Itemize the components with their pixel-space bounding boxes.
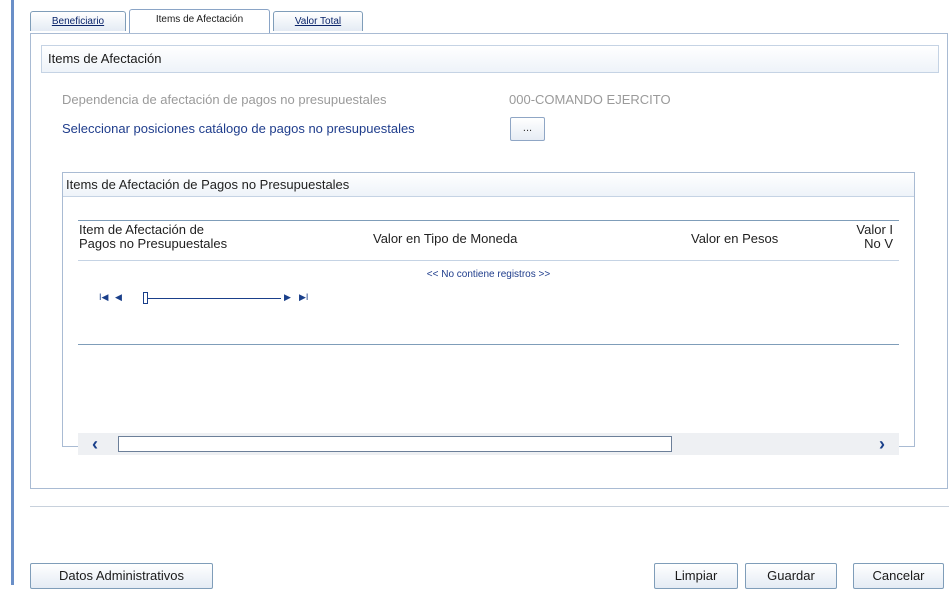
col4-line2: No V xyxy=(864,236,893,251)
dependencia-value: 000-COMANDO EJERCITO xyxy=(509,92,671,107)
tab-valor-total[interactable]: Valor Total xyxy=(273,11,363,31)
header-separator xyxy=(78,260,899,261)
pager: I◀ ◀ ▶ ▶I xyxy=(99,292,308,306)
tab-beneficiario[interactable]: Beneficiario xyxy=(30,11,126,31)
pager-track xyxy=(144,298,281,299)
tab-items-de-afectacion[interactable]: Items de Afectación xyxy=(129,9,270,33)
last-page-icon[interactable]: ▶I xyxy=(299,292,308,303)
dependencia-label: Dependencia de afectación de pagos no pr… xyxy=(62,92,387,107)
panel-bottom-divider xyxy=(30,506,949,507)
column-header-valor-moneda[interactable]: Valor en Tipo de Moneda xyxy=(373,232,517,246)
grid-title: Items de Afectación de Pagos no Presupue… xyxy=(63,173,914,197)
col4-line1: Valor I xyxy=(856,223,893,237)
scroll-right-icon[interactable]: › xyxy=(879,433,885,455)
seleccionar-posiciones-label: Seleccionar posiciones catálogo de pagos… xyxy=(62,121,415,136)
column-header-item-afectacion[interactable]: Item de Afectación de Pagos no Presupues… xyxy=(79,223,227,251)
datos-administrativos-button[interactable]: Datos Administrativos xyxy=(30,563,213,589)
table-top-divider xyxy=(78,220,899,221)
col1-line2: Pagos no Presupuestales xyxy=(79,236,228,251)
scroll-left-icon[interactable]: ‹ xyxy=(92,433,98,455)
tab-beneficiario-label: Beneficiario xyxy=(51,16,105,27)
cancelar-button[interactable]: Cancelar xyxy=(853,563,944,589)
first-page-icon[interactable]: I◀ xyxy=(99,292,108,303)
column-header-valor-pesos[interactable]: Valor en Pesos xyxy=(691,232,778,246)
tab-items-label: Items de Afectación xyxy=(155,14,244,25)
prev-page-icon[interactable]: ◀ xyxy=(115,292,122,303)
limpiar-button[interactable]: Limpiar xyxy=(654,563,738,589)
scrollbar-thumb[interactable] xyxy=(118,436,672,452)
table-bottom-divider xyxy=(78,344,899,345)
column-header-valor-truncated[interactable]: Valor I No V xyxy=(853,223,893,251)
seleccionar-posiciones-button[interactable]: ... xyxy=(510,117,545,141)
tab-valor-total-label: Valor Total xyxy=(294,16,342,27)
items-afectacion-panel: Items de Afectación Dependencia de afect… xyxy=(30,33,948,489)
next-page-icon[interactable]: ▶ xyxy=(284,292,291,303)
items-grid-group: Items de Afectación de Pagos no Presupue… xyxy=(62,172,915,455)
horizontal-scrollbar[interactable]: ‹ › xyxy=(78,433,899,455)
pager-slider-thumb[interactable] xyxy=(143,292,148,304)
guardar-button[interactable]: Guardar xyxy=(745,563,837,589)
section-title: Items de Afectación xyxy=(41,45,939,73)
col1-line1: Item de Afectación de xyxy=(79,222,205,237)
empty-records-message: << No contiene registros >> xyxy=(426,269,551,280)
left-accent-bar xyxy=(11,0,14,585)
